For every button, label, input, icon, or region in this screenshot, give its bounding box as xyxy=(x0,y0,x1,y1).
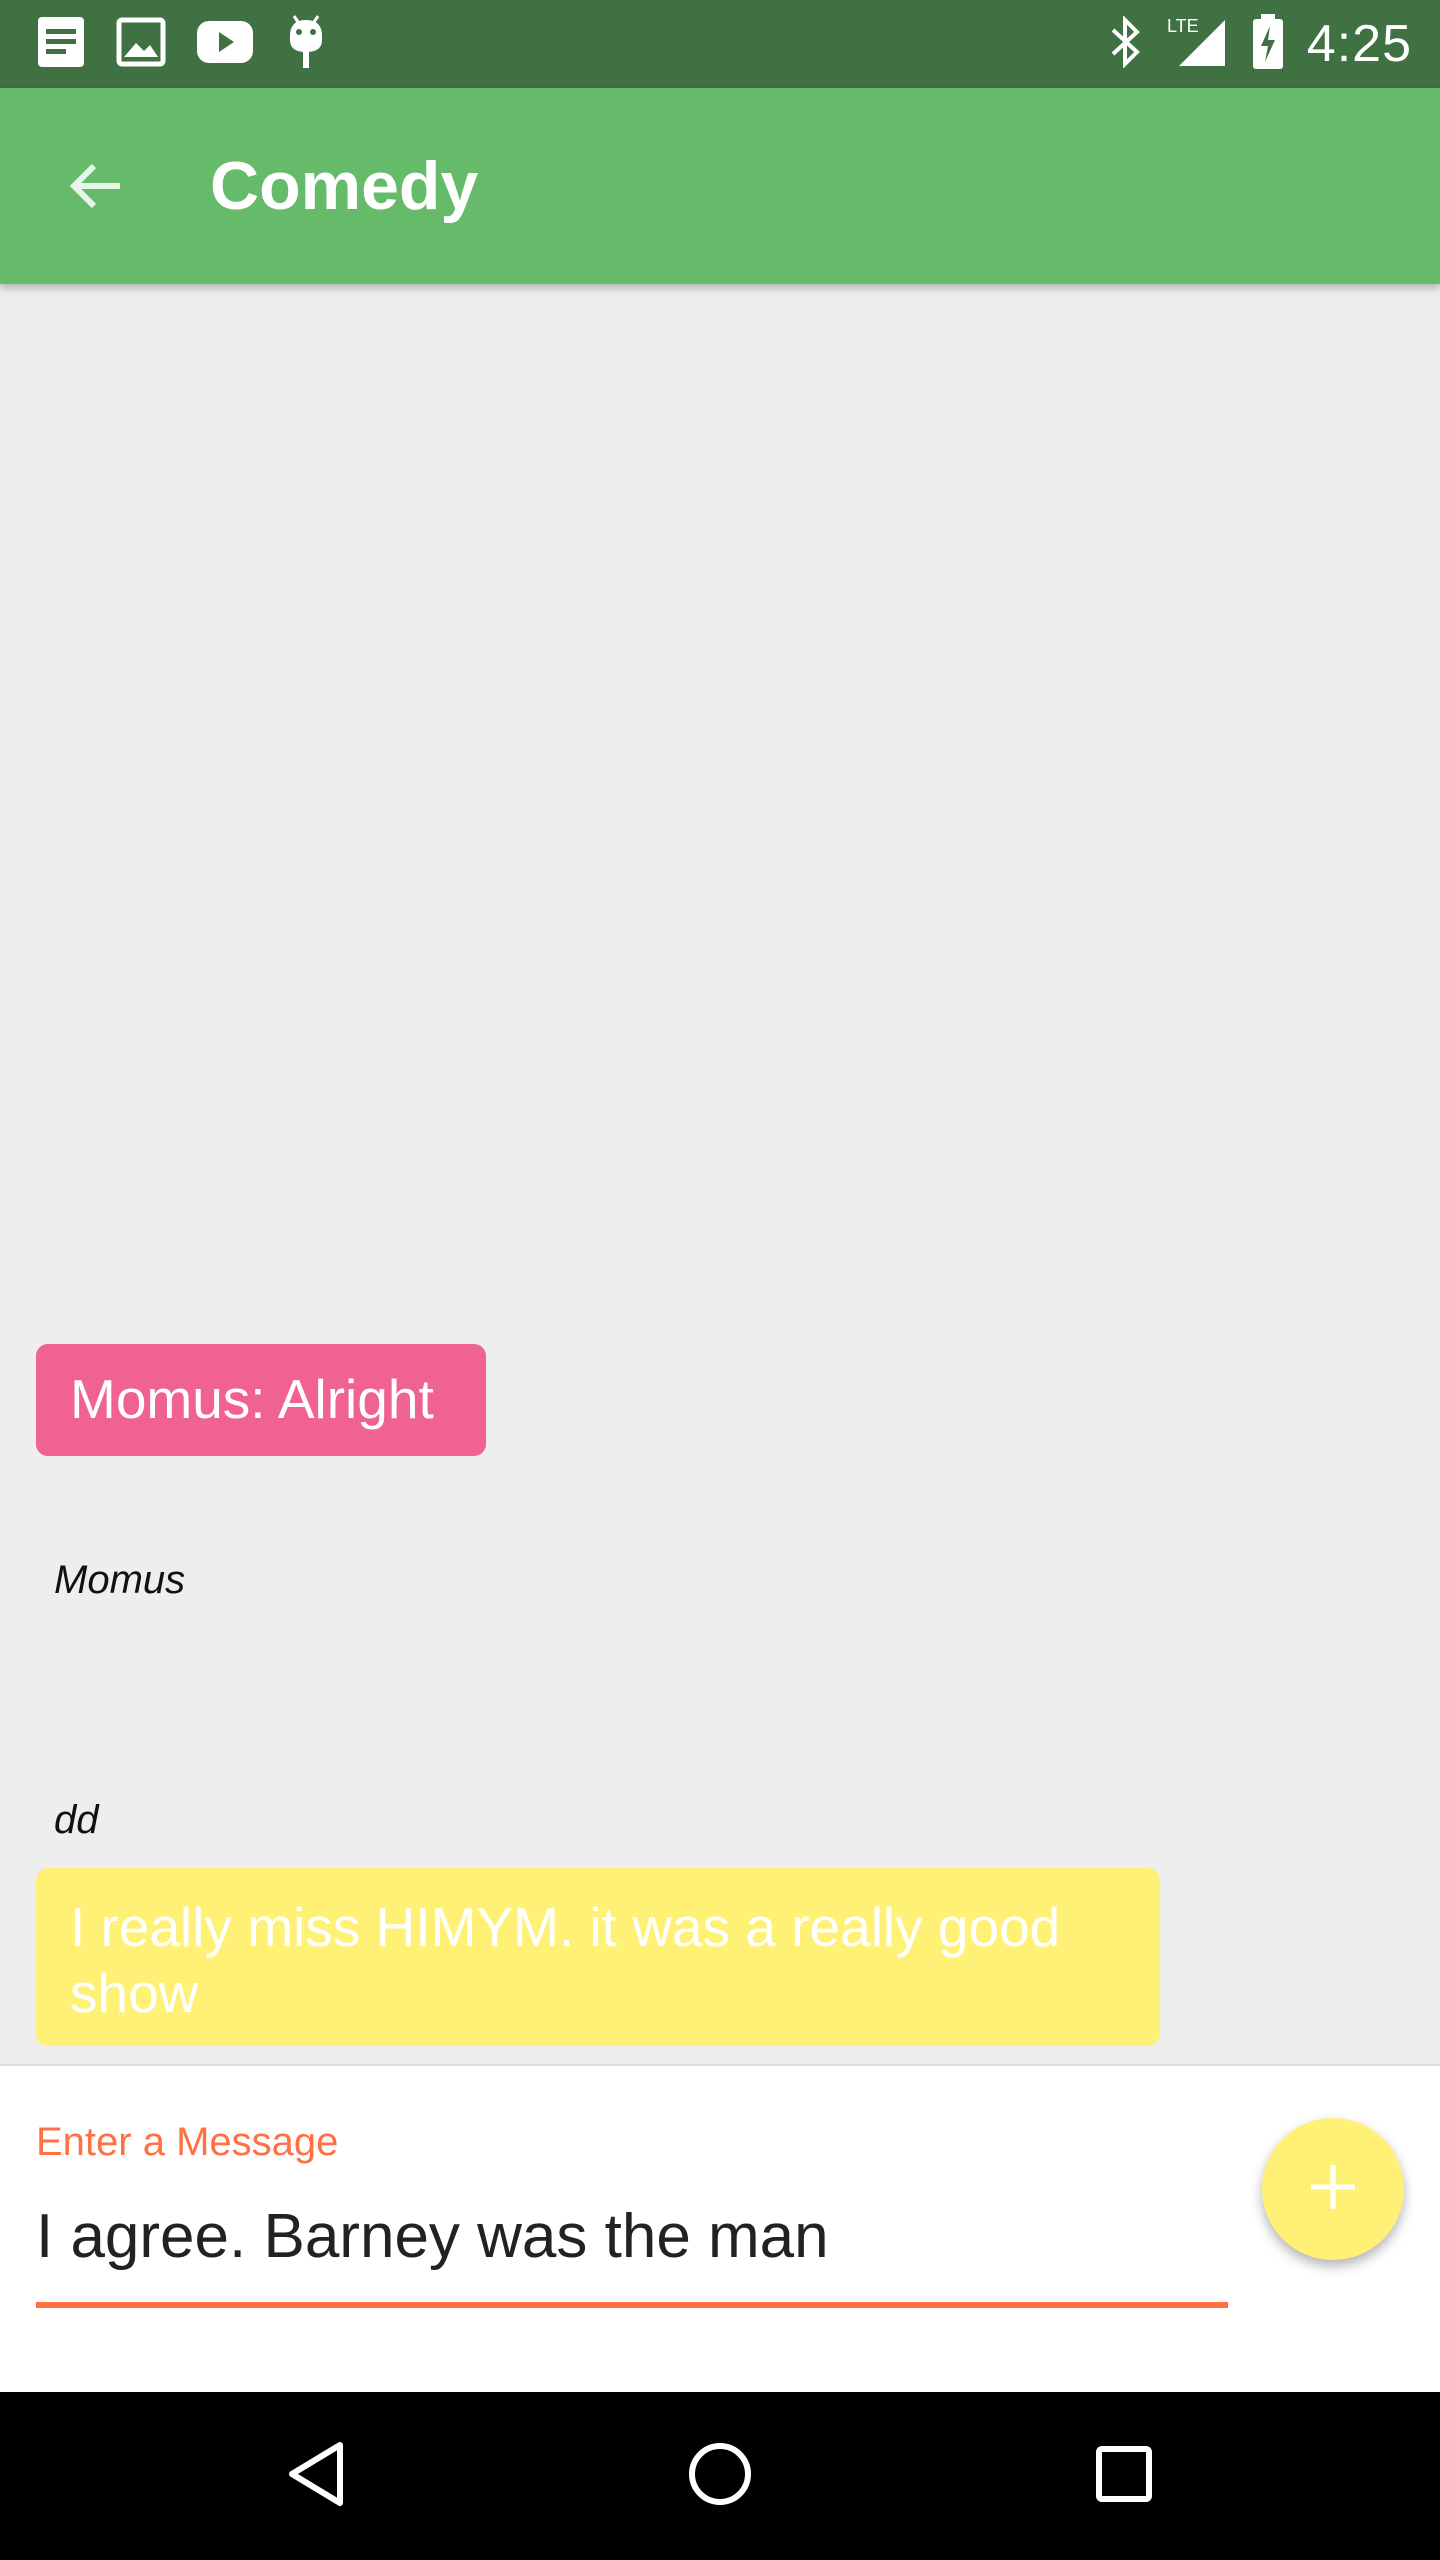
message-composer: Enter a Message xyxy=(0,2064,1440,2394)
recents-square-icon xyxy=(1094,2444,1154,2509)
lte-signal-icon: LTE xyxy=(1165,14,1229,75)
status-bar: LTE 4:25 xyxy=(0,0,1440,88)
clock: 4:25 xyxy=(1306,15,1412,73)
svg-text:LTE: LTE xyxy=(1167,16,1199,36)
youtube-icon xyxy=(196,20,254,69)
input-underline xyxy=(36,2302,1228,2308)
message-sender: Momus xyxy=(54,1558,186,1602)
home-circle-icon xyxy=(687,2441,753,2512)
nav-home-button[interactable] xyxy=(676,2432,764,2520)
plus-icon xyxy=(1305,2159,1361,2220)
send-button[interactable] xyxy=(1262,2118,1404,2260)
bluetooth-icon xyxy=(1107,14,1143,73)
message-bubble[interactable]: I really miss HIMYM. it was a really goo… xyxy=(36,1868,1160,2046)
system-indicators: LTE 4:25 xyxy=(1107,0,1412,88)
nav-recents-button[interactable] xyxy=(1080,2432,1168,2520)
battery-charging-icon xyxy=(1251,13,1285,75)
message-input[interactable] xyxy=(36,2196,1228,2276)
message-sender: dd xyxy=(54,1798,99,1842)
android-debug-icon xyxy=(284,14,328,75)
arrow-back-icon xyxy=(64,154,128,223)
message-input-label: Enter a Message xyxy=(36,2120,339,2164)
back-button[interactable] xyxy=(48,140,144,236)
notes-icon xyxy=(36,15,86,74)
navigation-bar xyxy=(0,2392,1440,2560)
notification-icons xyxy=(36,14,328,74)
message-bubble[interactable]: Momus: Alright xyxy=(36,1344,486,1456)
image-icon xyxy=(116,17,166,72)
app-bar: Comedy xyxy=(0,88,1440,284)
back-triangle-icon xyxy=(284,2439,348,2514)
nav-back-button[interactable] xyxy=(272,2432,360,2520)
page-title: Comedy xyxy=(210,148,479,224)
